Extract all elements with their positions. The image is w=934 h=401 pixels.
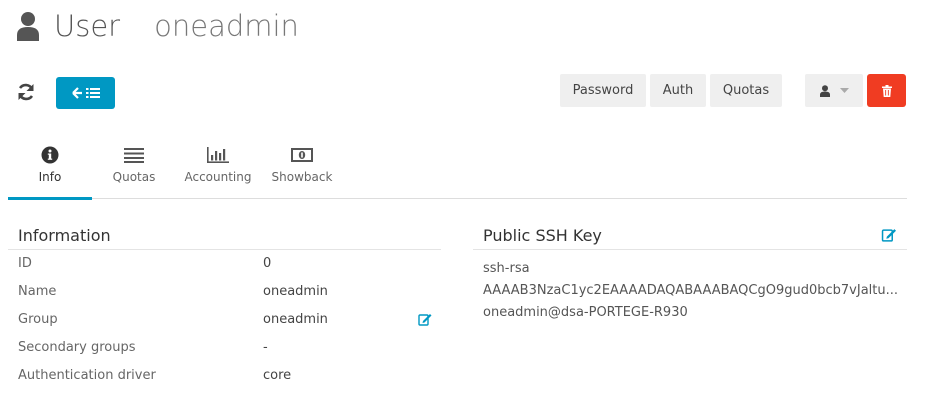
tab-info[interactable]: Info — [8, 140, 92, 200]
edit-icon[interactable] — [418, 313, 432, 326]
info-row-value: oneadmin — [263, 284, 328, 299]
title-label: User — [54, 9, 121, 43]
info-row-label: Secondary groups — [18, 340, 136, 355]
tab-quotas[interactable]: Quotas — [92, 140, 176, 198]
info-row-label: Name — [18, 284, 57, 299]
trash-icon — [881, 84, 892, 97]
info-row-value: - — [263, 340, 268, 355]
quotas-button[interactable]: Quotas — [710, 74, 782, 107]
user-name-title: oneadmin — [154, 9, 299, 43]
info-row-value: oneadmin — [263, 312, 328, 327]
info-row-label: Group — [18, 312, 58, 327]
caret-down-icon — [839, 87, 849, 93]
divider — [8, 249, 441, 250]
bar-chart-icon — [207, 147, 229, 163]
user-icon — [819, 84, 830, 97]
ssh-key-comment: oneadmin@dsa-PORTEGE-R930 — [483, 305, 688, 320]
refresh-icon[interactable] — [16, 82, 36, 102]
back-to-list-button[interactable] — [56, 77, 115, 109]
ssh-key-type: ssh-rsa — [483, 261, 530, 276]
delete-button[interactable] — [867, 74, 906, 107]
tab-label: Quotas — [112, 170, 156, 184]
arrow-left-list-icon — [71, 87, 100, 99]
info-row-label: Authentication driver — [18, 368, 156, 383]
tab-bar: Info Quotas Accounting Showback — [8, 140, 907, 200]
tab-accounting[interactable]: Accounting — [176, 140, 260, 198]
tab-label: Showback — [271, 170, 333, 184]
ssh-key-value: AAAAB3NzaC1yc2EAAAADAQABAAABAQCgO9gud0bc… — [483, 283, 899, 298]
info-circle-icon — [41, 146, 59, 164]
page-title: User oneadmin — [16, 4, 299, 48]
tab-showback[interactable]: Showback — [260, 140, 344, 198]
edit-icon[interactable] — [881, 228, 897, 242]
ssh-key-heading: Public SSH Key — [483, 226, 602, 245]
auth-button[interactable]: Auth — [650, 74, 706, 107]
tab-label: Info — [38, 170, 62, 184]
info-row-value: core — [263, 368, 292, 383]
info-row-label: ID — [18, 256, 32, 271]
divider — [473, 249, 907, 250]
password-button[interactable]: Password — [560, 74, 646, 107]
info-row-value: 0 — [263, 256, 272, 271]
money-icon — [291, 148, 313, 162]
information-heading: Information — [18, 226, 111, 245]
align-justify-icon — [124, 148, 144, 163]
tab-label: Accounting — [184, 170, 252, 184]
change-owner-dropdown[interactable] — [805, 74, 863, 107]
user-icon — [17, 12, 39, 41]
